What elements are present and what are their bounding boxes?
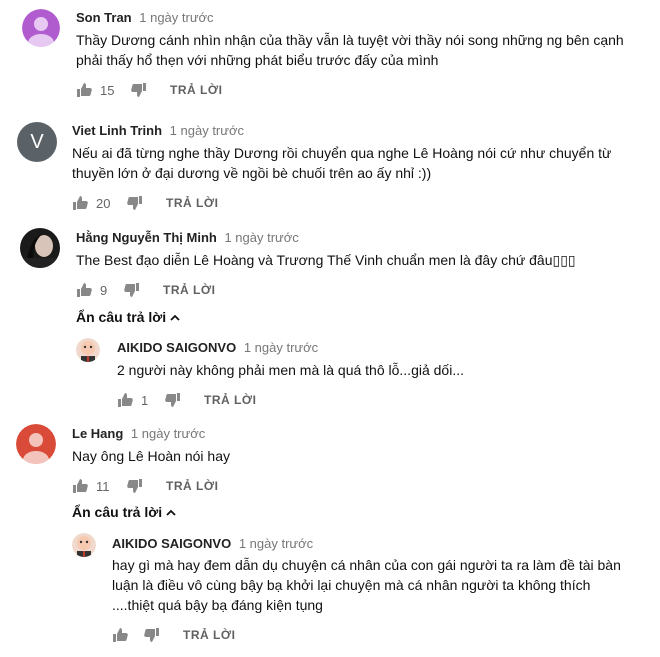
like-count: 9 <box>100 283 108 298</box>
comment-text: Nếu ai đã từng nghe thầy Dương rồi chuyể… <box>72 145 612 181</box>
comment-text: Nay ông Lê Hoàn nói hay <box>72 448 230 464</box>
like-count: 1 <box>141 393 149 408</box>
comment-text: Thầy Dương cánh nhìn nhận của thầy vẫn l… <box>76 32 624 68</box>
thumbs-down-icon[interactable] <box>127 478 143 494</box>
thumbs-up-icon[interactable] <box>76 82 92 98</box>
thumbs-down-icon[interactable] <box>144 627 160 643</box>
thumbs-down-icon[interactable] <box>127 195 143 211</box>
comment-time[interactable]: 1 ngày trước <box>139 10 213 25</box>
hide-replies-label: Ẩn câu trả lời <box>76 309 167 325</box>
thumbs-up-icon[interactable] <box>72 478 88 494</box>
comment-author[interactable]: Viet Linh Trinh <box>72 123 162 138</box>
reply-button[interactable]: TRẢ LỜI <box>170 83 222 97</box>
avatar-letter: V <box>30 131 44 153</box>
comment-author[interactable]: Son Tran <box>76 10 132 25</box>
avatar[interactable] <box>72 533 96 557</box>
comment-actions: TRẢ LỜI <box>112 627 412 645</box>
hide-replies-toggle[interactable]: Ẩn câu trả lời <box>76 309 180 325</box>
comment-thread: Le Hang 1 ngày trước Nay ông Lê Hoàn nói… <box>0 415 660 525</box>
hide-replies-toggle[interactable]: Ẩn câu trả lời <box>72 504 176 520</box>
thumbs-down-icon[interactable] <box>165 392 181 408</box>
thumbs-down-icon[interactable] <box>124 282 140 298</box>
comment-time[interactable]: 1 ngày trước <box>170 123 244 138</box>
comment-time[interactable]: 1 ngày trước <box>224 230 298 245</box>
avatar[interactable] <box>16 424 56 464</box>
comment-author[interactable]: AIKIDO SAIGONVO <box>117 340 236 355</box>
chevron-up-icon <box>166 504 176 520</box>
reply-thread: AIKIDO SAIGONVO 1 ngày trước 2 người này… <box>0 330 660 415</box>
avatar[interactable] <box>20 228 60 268</box>
reply-thread: AIKIDO SAIGONVO 1 ngày trước hay gì mà h… <box>0 525 660 657</box>
reply-button[interactable]: TRẢ LỜI <box>163 283 215 297</box>
comment-time[interactable]: 1 ngày trước <box>131 426 205 441</box>
reply-button[interactable]: TRẢ LỜI <box>183 628 235 642</box>
thumbs-up-icon[interactable] <box>72 195 88 211</box>
like-count: 11 <box>96 479 110 494</box>
comment-text: The Best đạo diễn Lê Hoàng và Trương Thế… <box>76 252 576 268</box>
comment-thread: Hằng Nguyễn Thị Minh 1 ngày trước The Be… <box>0 220 660 330</box>
avatar[interactable] <box>22 9 60 47</box>
comment-actions: 15 TRẢ LỜI <box>76 82 376 100</box>
comment-author[interactable]: AIKIDO SAIGONVO <box>112 536 231 551</box>
comment-time[interactable]: 1 ngày trước <box>239 536 313 551</box>
comment-thread: V Viet Linh Trinh 1 ngày trước Nếu ai đã… <box>0 110 660 220</box>
comment-actions: 1 TRẢ LỜI <box>117 392 417 410</box>
hide-replies-label: Ẩn câu trả lời <box>72 504 163 520</box>
comment-author[interactable]: Hằng Nguyễn Thị Minh <box>76 230 217 245</box>
thumbs-up-icon[interactable] <box>112 627 128 643</box>
like-count: 15 <box>100 83 115 98</box>
chevron-up-icon <box>170 309 180 325</box>
comment-author[interactable]: Le Hang <box>72 426 123 441</box>
comment-text: 2 người này không phải men mà là quá thô… <box>117 362 464 378</box>
comment-thread: Son Tran 1 ngày trước Thầy Dương cánh nh… <box>0 0 660 110</box>
avatar[interactable]: V <box>17 122 57 162</box>
comment-actions: 9 TRẢ LỜI <box>76 282 376 300</box>
comment-actions: 11 TRẢ LỜI <box>72 478 372 496</box>
reply-button[interactable]: TRẢ LỜI <box>204 393 256 407</box>
avatar[interactable] <box>76 338 100 362</box>
comment-time[interactable]: 1 ngày trước <box>244 340 318 355</box>
like-count: 20 <box>96 196 111 211</box>
comment-actions: 20 TRẢ LỜI <box>72 195 372 213</box>
reply-button[interactable]: TRẢ LỜI <box>166 479 218 493</box>
thumbs-down-icon[interactable] <box>131 82 147 98</box>
reply-button[interactable]: TRẢ LỜI <box>166 196 218 210</box>
thumbs-up-icon[interactable] <box>117 392 133 408</box>
comment-text: hay gì mà hay đem dẫn dụ chuyện cá nhân … <box>112 557 621 613</box>
thumbs-up-icon[interactable] <box>76 282 92 298</box>
